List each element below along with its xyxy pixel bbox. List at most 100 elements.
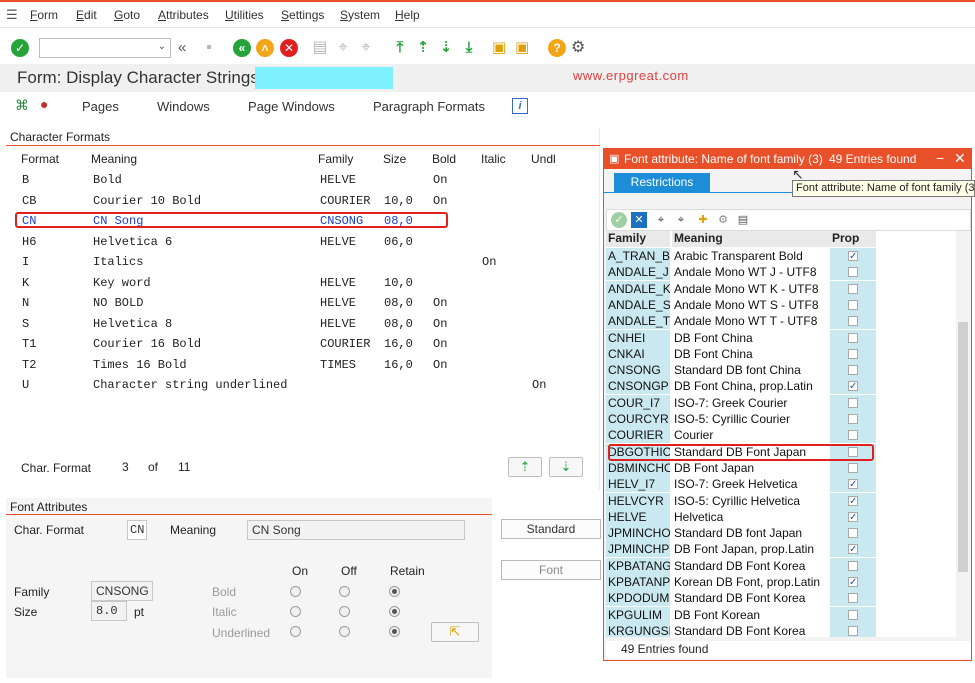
family-cell[interactable]: KPBATANG [606, 557, 670, 574]
family-cell[interactable]: ANDALE_K [606, 280, 670, 297]
family-cell[interactable]: A_TRAN_B [606, 248, 670, 264]
menu-goto[interactable]: Goto [114, 8, 140, 22]
list-item[interactable]: COUR_I7 ISO-7: Greek Courier [606, 394, 956, 411]
find-next-icon[interactable]: ⌖ [673, 212, 689, 228]
family-cell[interactable]: ANDALE_T [606, 313, 670, 330]
underlined-off-radio[interactable] [339, 626, 350, 637]
minimize-icon[interactable]: − [936, 150, 944, 166]
print-icon[interactable]: ▤ [735, 212, 751, 228]
list-item[interactable]: CNSONGP DB Font China, prop.Latin ✓ [606, 378, 956, 395]
find-icon[interactable]: ⌖ [653, 212, 669, 228]
meaning-cell[interactable]: DB Font China, prop.Latin [672, 378, 830, 394]
menu-attributes[interactable]: Attributes [158, 8, 209, 22]
list-item[interactable]: KRGUNGSE Standard DB Font Korea [606, 622, 956, 637]
command-field[interactable]: ⌄ [39, 38, 171, 58]
bold-retain-radio[interactable] [389, 586, 400, 597]
chevron-down-icon[interactable]: ⌄ [158, 41, 166, 52]
list-item[interactable]: CNKAI DB Font China [606, 345, 956, 362]
last-page-icon[interactable]: ⤓ [460, 39, 478, 57]
italic-off-radio[interactable] [339, 606, 350, 617]
menu-settings[interactable]: Settings [281, 8, 324, 22]
table-row[interactable]: N NO BOLD HELVE 08,0 On [6, 293, 600, 313]
col-meaning-header[interactable]: Meaning [672, 231, 830, 247]
meaning-cell[interactable]: Standard DB Font Korea [672, 590, 830, 606]
scroll-down-button[interactable]: ⇣ [549, 457, 583, 477]
list-item[interactable]: A_TRAN_B Arabic Transparent Bold ✓ [606, 248, 956, 264]
italic-retain-radio[interactable] [389, 606, 400, 617]
family-cell[interactable]: ANDALE_J [606, 264, 670, 281]
cancel-x-icon[interactable]: ✕ [631, 212, 647, 228]
paragraph-formats-button[interactable]: Paragraph Formats [373, 99, 485, 114]
menu-help[interactable]: Help [395, 8, 420, 22]
list-item[interactable]: CNHEI DB Font China [606, 329, 956, 346]
family-cell[interactable]: KPDODUM [606, 590, 670, 607]
windows-button[interactable]: Windows [157, 99, 210, 114]
family-cell[interactable]: COURCYR [606, 411, 670, 427]
shortcut-icon[interactable]: ▣ [515, 39, 533, 57]
list-item[interactable]: KPBATANG Standard DB Font Korea [606, 557, 956, 574]
family-cell[interactable]: HELV_I7 [606, 476, 670, 493]
family-cell[interactable]: JPMINCHP [606, 541, 670, 558]
meaning-cell[interactable]: Andale Mono WT T - UTF8 [672, 313, 830, 329]
family-cell[interactable]: CNSONGP [606, 378, 670, 395]
meaning-cell[interactable]: Andale Mono WT K - UTF8 [672, 281, 830, 297]
settings-icon[interactable]: ⚙ [715, 212, 731, 228]
tab-restrictions[interactable]: Restrictions [614, 173, 710, 192]
meaning-cell[interactable]: ISO-7: Greek Helvetica [672, 476, 830, 492]
list-item[interactable]: KPDODUM Standard DB Font Korea [606, 590, 956, 607]
meaning-cell[interactable]: Arabic Transparent Bold [672, 248, 830, 264]
list-item[interactable]: COURIER Courier [606, 427, 956, 444]
list-item[interactable]: JPMINCHP DB Font Japan, prop.Latin ✓ [606, 541, 956, 558]
table-row[interactable]: CB Courier 10 Bold COURIER 10,0 On [6, 191, 600, 211]
meaning-cell[interactable]: Standard DB Font Korea [672, 558, 830, 574]
find-next-icon[interactable]: ⌖ [357, 39, 375, 57]
meaning-cell[interactable]: DB Font Japan [672, 460, 830, 476]
enter-icon[interactable]: ✓ [11, 39, 29, 57]
col-family-header[interactable]: Family [606, 231, 670, 247]
menu-edit[interactable]: Edit [76, 8, 97, 22]
family-cell[interactable]: KPBATANP [606, 574, 670, 590]
table-row[interactable]: I Italics On [6, 252, 600, 272]
family-cell[interactable]: HELVCYR [606, 492, 670, 509]
family-cell[interactable]: CNHEI [606, 329, 670, 346]
list-item[interactable]: JPMINCHO Standard DB font Japan [606, 525, 956, 542]
underlined-on-radio[interactable] [290, 626, 301, 637]
personal-list-icon[interactable]: ✚ [695, 212, 711, 228]
col-prop-header[interactable]: Prop [830, 231, 876, 247]
list-item[interactable]: KPGULIM DB Font Korean [606, 606, 956, 623]
save-icon[interactable]: ▪ [200, 39, 218, 57]
list-item[interactable]: DBMINCHO DB Font Japan [606, 459, 956, 476]
family-cell[interactable]: COURIER [606, 427, 670, 444]
table-row[interactable]: B Bold HELVE On [6, 170, 600, 190]
page-windows-button[interactable]: Page Windows [248, 99, 335, 114]
italic-on-radio[interactable] [290, 606, 301, 617]
scroll-up-button[interactable]: ⇡ [508, 457, 542, 477]
help-icon[interactable]: ? [548, 39, 566, 57]
family-cell[interactable]: HELVE [606, 508, 670, 525]
meaning-cell[interactable]: DB Font China [672, 330, 830, 346]
meaning-cell[interactable]: ISO-7: Greek Courier [672, 395, 830, 411]
previous-page-icon[interactable]: ⇡ [414, 39, 432, 57]
font-button[interactable]: Font [501, 560, 601, 580]
list-item[interactable]: COURCYR ISO-5: Cyrillic Courier [606, 411, 956, 427]
list-item[interactable]: CNSONG Standard DB font China [606, 362, 956, 379]
family-cell[interactable]: CNKAI [606, 345, 670, 362]
back-double-icon[interactable]: « [178, 39, 196, 57]
cancel-icon[interactable]: ✕ [280, 39, 298, 57]
print-icon[interactable]: ▤ [311, 39, 329, 57]
list-item[interactable]: KPBATANP Korean DB Font, prop.Latin ✓ [606, 574, 956, 590]
meaning-cell[interactable]: Standard DB font China [672, 362, 830, 378]
meaning-cell[interactable]: Standard DB Font Korea [672, 623, 830, 637]
scrollbar-thumb[interactable] [958, 322, 968, 572]
table-row[interactable]: K Key word HELVE 10,0 [6, 273, 600, 293]
family-cell[interactable]: COUR_I7 [606, 394, 670, 411]
family-cell[interactable]: KPGULIM [606, 606, 670, 623]
meaning-cell[interactable]: DB Font China [672, 346, 830, 362]
list-item[interactable]: HELVE Helvetica ✓ [606, 508, 956, 525]
list-item[interactable]: ANDALE_T Andale Mono WT T - UTF8 [606, 313, 956, 330]
new-session-icon[interactable]: ▣ [492, 39, 510, 57]
meaning-cell[interactable]: Andale Mono WT S - UTF8 [672, 297, 830, 313]
next-page-icon[interactable]: ⇣ [437, 39, 455, 57]
display-change-icon[interactable]: ⌘ [15, 97, 29, 114]
vertical-scrollbar[interactable] [956, 247, 970, 637]
